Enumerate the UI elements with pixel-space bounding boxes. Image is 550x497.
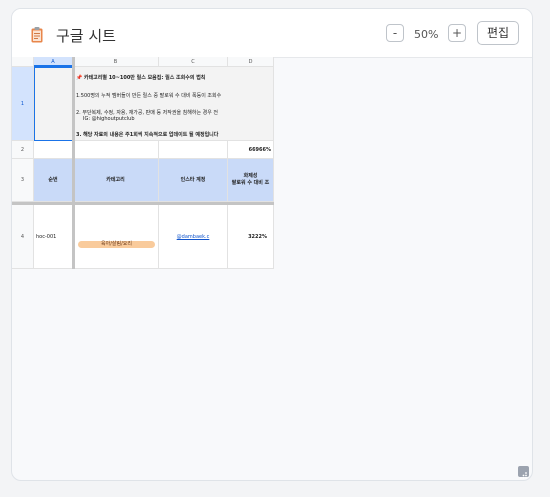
spreadsheet-preview[interactable]: A B C D 1 2 3 4 📌 카테고리별 10~100만 릴스 모음집: … xyxy=(12,57,274,269)
cell-account[interactable]: @dambaek.c xyxy=(159,205,228,269)
notes-line-2: 2. 무단복제, 수정, 자용, 재가공, 판매 등 저작권을 침해하는 경우 … xyxy=(76,110,219,116)
sheet-corner[interactable] xyxy=(12,57,34,67)
virality-subtitle: 팔로워 수 대비 조 xyxy=(231,180,270,186)
column-header-a[interactable]: A xyxy=(34,57,73,67)
embed-header: 구글 시트 - 50% + 편집 xyxy=(12,9,532,58)
cell-ratio[interactable]: 3222% xyxy=(228,205,274,269)
zoom-level: 50% xyxy=(414,28,439,41)
cell-id[interactable]: hoc-001 xyxy=(34,205,73,269)
frozen-column-divider[interactable] xyxy=(72,57,75,269)
notes-line-2-handle: IG: @highoutputclub xyxy=(83,116,135,122)
embed-title: 구글 시트 xyxy=(56,27,116,45)
column-header-c[interactable]: C xyxy=(159,57,228,67)
notes-merged-cell[interactable]: 📌 카테고리별 10~100만 릴스 모음집: 릴스 조회수의 법칙 1.500… xyxy=(73,67,274,141)
row-header-2[interactable]: 2 xyxy=(12,141,34,159)
header-cell-virality[interactable]: 화제성 팔로워 수 대비 조 xyxy=(228,159,274,202)
cell-a1-selected[interactable] xyxy=(34,67,73,141)
column-header-b[interactable]: B xyxy=(73,57,159,67)
row-header-1[interactable]: 1 xyxy=(12,67,34,141)
edit-button[interactable]: 편집 xyxy=(477,21,519,45)
notes-title: 📌 카테고리별 10~100만 릴스 모음집: 릴스 조회수의 법칙 xyxy=(76,75,206,81)
cell-a2[interactable] xyxy=(34,141,73,159)
row-header-4[interactable]: 4 xyxy=(12,205,34,269)
header-cell-account[interactable]: 인스타 계정 xyxy=(159,159,228,202)
virality-title: 화제성 xyxy=(243,173,258,179)
cell-d2[interactable]: 66966% xyxy=(228,141,274,159)
column-header-d[interactable]: D xyxy=(228,57,274,67)
cell-c2[interactable] xyxy=(159,141,228,159)
header-cell-category[interactable]: 카테고리 xyxy=(73,159,159,202)
sheet-embed-card: 구글 시트 - 50% + 편집 A B C D 1 2 3 4 📌 카테고리별… xyxy=(11,8,533,481)
resize-handle-icon[interactable] xyxy=(518,466,529,479)
zoom-in-button[interactable]: + xyxy=(448,24,466,42)
notes-line-1: 1.500명의 누적 멤버들이 만든 릴스 중 팔로워 수 대비 폭등이 조회수 xyxy=(76,93,222,99)
notes-line-3: 3. 해당 자료의 내용은 주1회씩 지속적으로 업데이트 될 예정입니다 xyxy=(76,132,219,138)
frozen-row-divider[interactable] xyxy=(12,202,274,205)
category-tag: 육아/살림/요리 xyxy=(78,241,155,248)
account-link[interactable]: @dambaek.c xyxy=(177,234,210,240)
zoom-out-button[interactable]: - xyxy=(386,24,404,42)
row-header-3[interactable]: 3 xyxy=(12,159,34,202)
cell-category[interactable] xyxy=(73,205,159,269)
header-cell-id[interactable]: 순번 xyxy=(34,159,73,202)
cell-b2[interactable] xyxy=(73,141,159,159)
clipboard-icon xyxy=(31,27,43,43)
